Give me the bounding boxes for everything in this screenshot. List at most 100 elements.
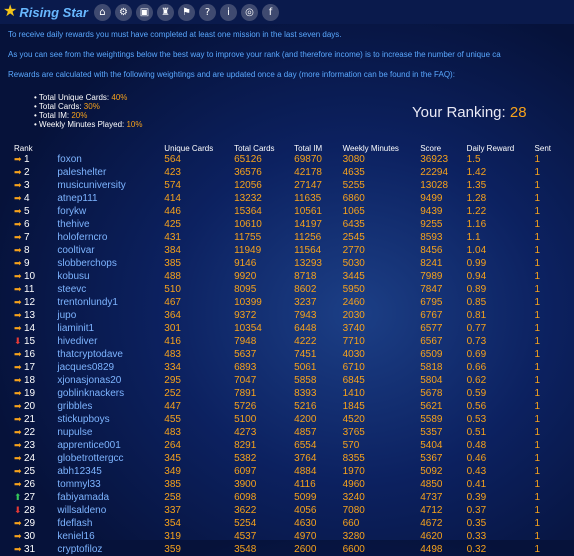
score-cell: 5092 [420, 465, 443, 477]
im-cell: 42178 [294, 166, 322, 178]
leaderboard-icon[interactable]: ⚑ [177, 3, 195, 21]
rank-number: 17 [24, 362, 36, 373]
trend-same-icon: ➡ [14, 362, 22, 372]
minutes-cell: 5255 [342, 179, 365, 191]
sent-cell: 1 [534, 192, 541, 204]
rank-number: 21 [24, 414, 36, 425]
im-cell: 4200 [294, 413, 317, 425]
username-link[interactable]: thehive [57, 218, 164, 231]
username-link[interactable]: tommyl33 [57, 478, 164, 491]
username-link[interactable]: kobusu [57, 270, 164, 283]
trend-same-icon: ➡ [14, 544, 22, 554]
username-link[interactable]: slobberchops [57, 257, 164, 270]
brand-logo[interactable]: ★ Rising Star [0, 4, 94, 20]
username-link[interactable]: nupulse [57, 426, 164, 439]
im-cell: 11256 [294, 231, 322, 243]
username-link[interactable]: jupo [57, 309, 164, 322]
reward-cell: 0.32 [466, 543, 487, 555]
username-link[interactable]: trentonlundy1 [57, 296, 164, 309]
username-link[interactable]: foxon [57, 153, 164, 166]
minutes-cell: 6600 [342, 543, 365, 555]
trend-down-icon: ⬇ [14, 505, 22, 515]
rank-cell: ➡ 12 [14, 296, 57, 309]
username-link[interactable]: atnep111 [57, 192, 164, 205]
rank-cell: ➡ 25 [14, 465, 57, 478]
username-link[interactable]: stickupboys [57, 413, 164, 426]
table-row: ⬇ 28 willsaldeno 337 3622 4056 7080 4712 0.37 1 [14, 504, 574, 517]
minutes-cell: 3445 [342, 270, 365, 282]
cards-icon[interactable]: ▣ [135, 3, 153, 21]
username-link[interactable]: fabiyamada [57, 491, 164, 504]
total-cell: 5726 [234, 400, 257, 412]
total-cell: 15364 [234, 205, 262, 217]
username-link[interactable]: musicuniversity [57, 179, 164, 192]
discord-icon[interactable]: ◎ [240, 3, 258, 21]
username-link[interactable]: apprentice001 [57, 439, 164, 452]
username-link[interactable]: liaminit1 [57, 322, 164, 335]
score-cell: 22294 [420, 166, 449, 178]
info-icon[interactable]: i [219, 3, 237, 21]
total-cell: 11949 [234, 244, 262, 256]
username-link[interactable]: steevc [57, 283, 164, 296]
rank-cell: ⬇ 15 [14, 335, 57, 348]
trend-same-icon: ➡ [14, 479, 22, 489]
username-link[interactable]: xjonasjonas20 [57, 374, 164, 387]
reward-cell: 0.69 [466, 348, 487, 360]
rank-cell: ➡ 23 [14, 439, 57, 452]
rank-cell: ➡ 11 [14, 283, 57, 296]
trophy-icon[interactable]: ♜ [156, 3, 174, 21]
rank-number: 12 [24, 297, 36, 308]
username-link[interactable]: goblinknackers [57, 387, 164, 400]
username-link[interactable]: keniel16 [57, 530, 164, 543]
sent-cell: 1 [534, 270, 541, 282]
reward-cell: 0.33 [466, 530, 487, 542]
table-row: ➡ 17 jacques0829 334 6893 5061 6710 5818 0.66 1 [14, 361, 574, 374]
im-cell: 4884 [294, 465, 317, 477]
score-cell: 6795 [420, 296, 443, 308]
username-link[interactable]: abh12345 [57, 465, 164, 478]
unique-cell: 385 [164, 257, 181, 269]
sent-cell: 1 [534, 517, 541, 529]
total-cell: 8095 [234, 283, 257, 295]
unique-cell: 359 [164, 543, 181, 555]
minutes-cell: 1845 [342, 400, 365, 412]
username-link[interactable]: globetrottergcc [57, 452, 164, 465]
username-link[interactable]: cryptofiloz [57, 543, 164, 556]
username-link[interactable]: willsaldeno [57, 504, 164, 517]
score-cell: 9439 [420, 205, 443, 217]
rank-cell: ➡ 13 [14, 309, 57, 322]
minutes-cell: 2770 [342, 244, 365, 256]
im-cell: 5858 [294, 374, 317, 386]
trend-same-icon: ➡ [14, 388, 22, 398]
trend-same-icon: ➡ [14, 167, 22, 177]
ranking-label: Your Ranking: [412, 104, 510, 121]
username-link[interactable]: fdeflash [57, 517, 164, 530]
facebook-icon[interactable]: f [261, 3, 279, 21]
username-link[interactable]: hivediver [57, 335, 164, 348]
sent-cell: 1 [534, 257, 541, 269]
total-cell: 6893 [234, 361, 257, 373]
settings-icon[interactable]: ⚙ [114, 3, 132, 21]
leaderboard-table: Rank Unique Cards Total Cards Total IM W… [14, 143, 574, 556]
username-link[interactable]: cooltivar [57, 244, 164, 257]
username-link[interactable]: jacques0829 [57, 361, 164, 374]
username-link[interactable]: gribbles [57, 400, 164, 413]
minutes-cell: 3765 [342, 426, 365, 438]
table-row: ➡ 31 cryptofiloz 359 3548 2600 6600 4498 0.32 1 [14, 543, 574, 556]
username-link[interactable]: thatcryptodave [57, 348, 164, 361]
weightings-list: • Total Unique Cards: 40% • Total Cards:… [34, 93, 143, 129]
home-icon[interactable]: ⌂ [93, 3, 111, 21]
total-cell: 12056 [234, 179, 262, 191]
rank-number: 20 [24, 401, 36, 412]
weighting-item: • Total Cards: 30% [34, 102, 100, 111]
rank-number: 24 [24, 453, 36, 464]
minutes-cell: 6860 [342, 192, 365, 204]
weighting-item: • Total IM: 20% [34, 111, 88, 120]
username-link[interactable]: forykw [57, 205, 164, 218]
help-icon[interactable]: ? [198, 3, 216, 21]
score-cell: 5404 [420, 439, 443, 451]
username-link[interactable]: holoferncro [57, 231, 164, 244]
reward-cell: 1.16 [466, 218, 487, 230]
username-link[interactable]: paleshelter [57, 166, 164, 179]
rank-number: 28 [24, 505, 36, 516]
